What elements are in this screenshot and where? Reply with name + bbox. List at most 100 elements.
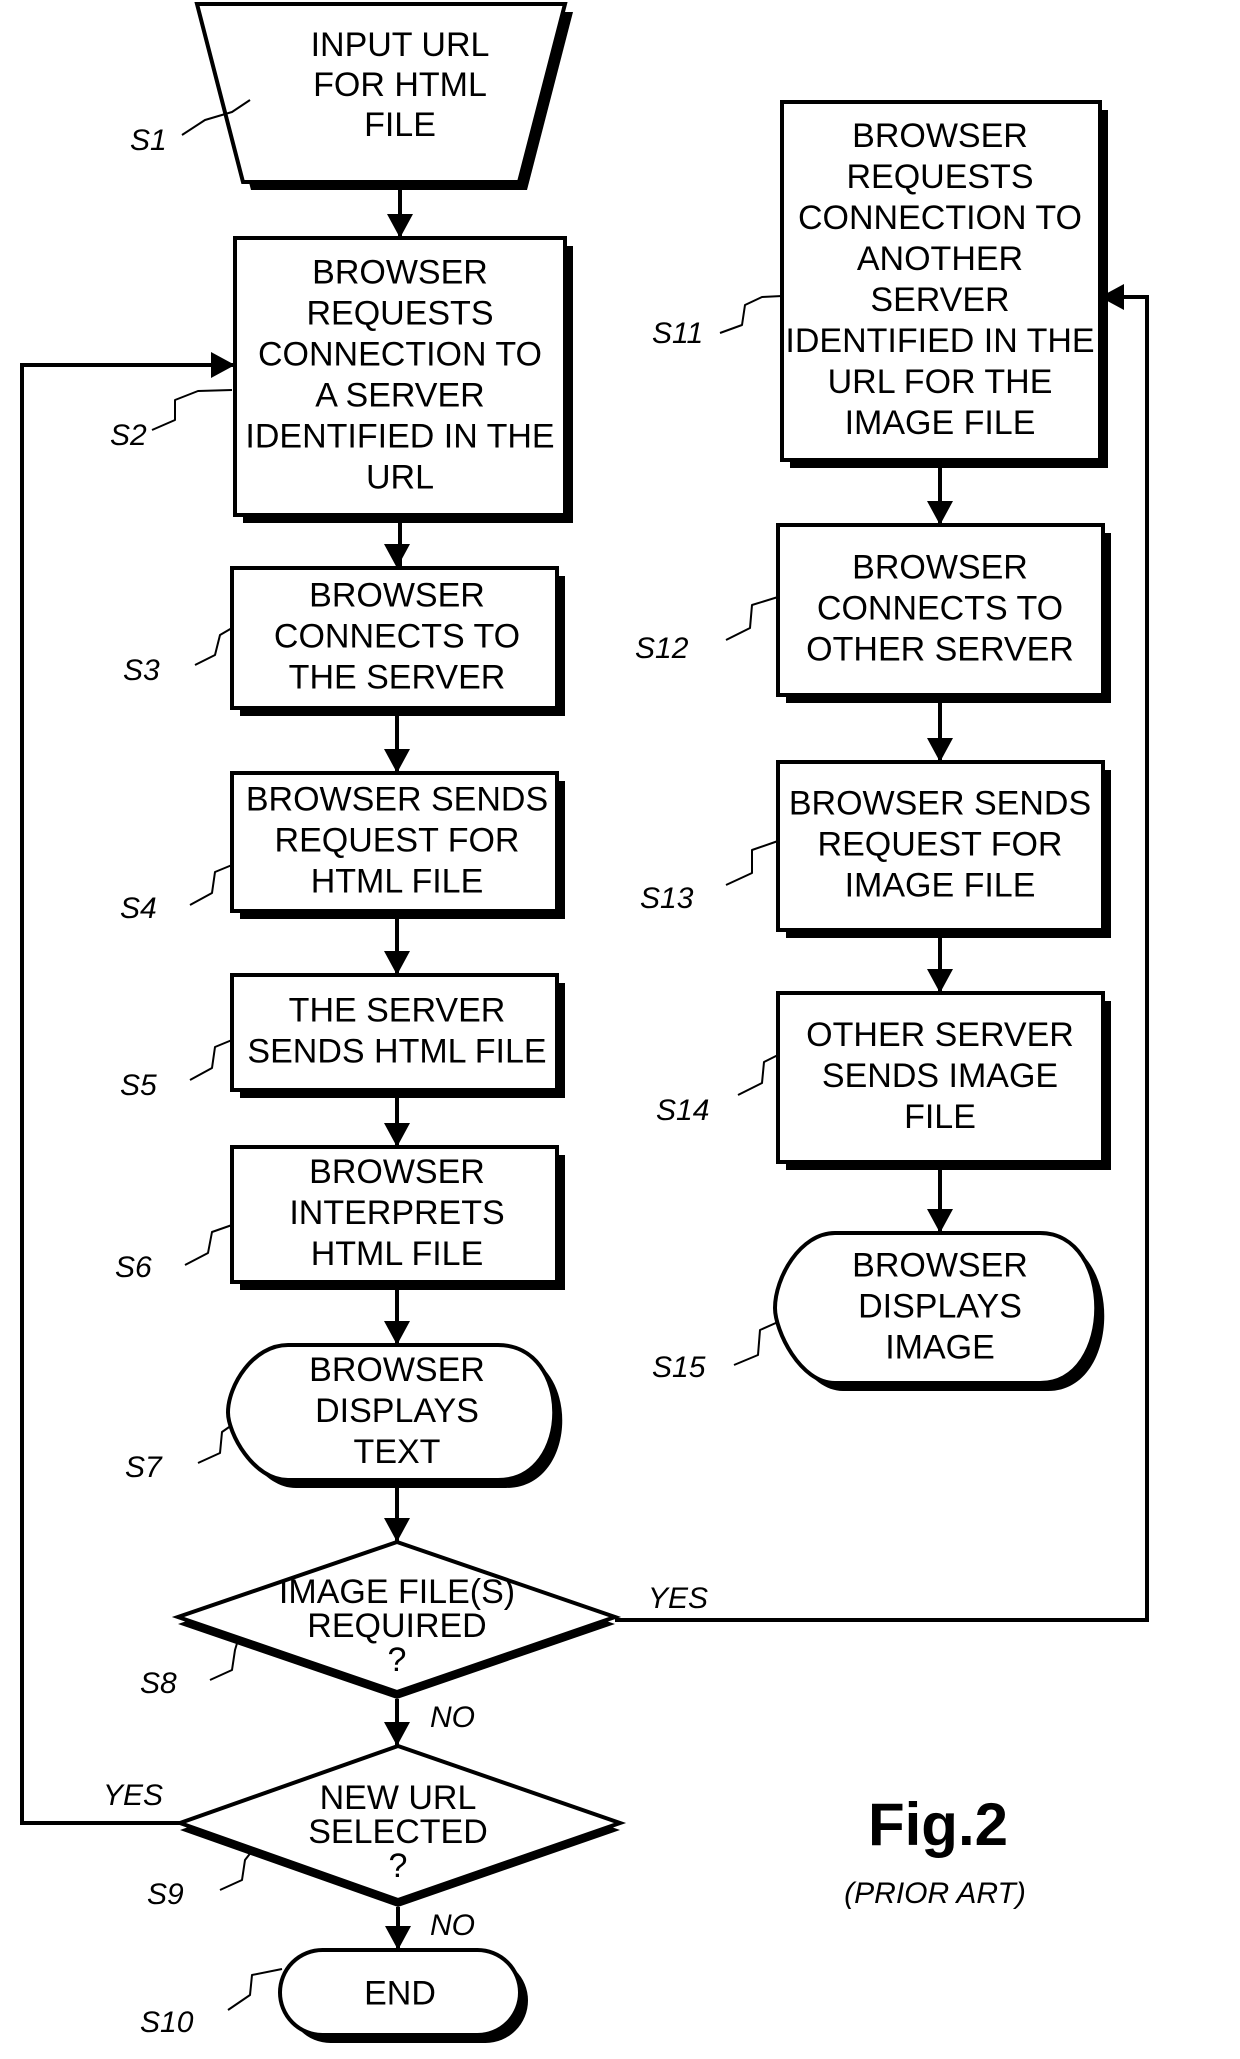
node-s13-text-line: IMAGE FILE <box>845 867 1036 905</box>
node-s4-text-line: HTML FILE <box>311 863 484 901</box>
node-s1-text-line: INPUT URL <box>311 26 490 64</box>
node-s9-text-line: ? <box>389 1847 408 1885</box>
node-s15-text-line: IMAGE <box>885 1329 995 1367</box>
node-s14-text-line: FILE <box>904 1098 976 1136</box>
connector-s3-to-s4-arrowhead <box>384 749 410 773</box>
branch-label-no: NO <box>430 1701 475 1734</box>
node-s7-step-label: S7 <box>125 1451 163 1484</box>
node-s1-text-line: FOR HTML <box>313 66 487 104</box>
node-s11-text-line: CONNECTION TO <box>798 199 1082 237</box>
node-s7-text-line: BROWSER <box>309 1351 485 1389</box>
node-s12-leader-line <box>725 596 779 641</box>
node-s2-text-line: BROWSER <box>312 254 488 292</box>
node-s9-text-line: NEW URL <box>320 1779 477 1817</box>
connector-s2-to-s3-arrowhead <box>384 544 410 568</box>
node-s14-leader-line <box>737 1054 779 1096</box>
node-s8-text-line: IMAGE FILE(S) <box>279 1573 515 1611</box>
connector-s4-to-s5-arrowhead <box>384 951 410 975</box>
connector-s5-to-s6-arrowhead <box>384 1123 410 1147</box>
node-s11-text-line: IMAGE FILE <box>845 404 1036 442</box>
node-s6-text-line: BROWSER <box>309 1153 485 1191</box>
connector-s9-to-s10-arrowhead <box>385 1926 411 1950</box>
connector-s9-to-s2-arrowhead <box>211 352 235 378</box>
node-s3-step-label: S3 <box>123 654 160 687</box>
node-s9-step-label: S9 <box>147 1878 184 1911</box>
node-s8-text-line: REQUIRED <box>307 1607 486 1645</box>
node-s1-text-line: FILE <box>364 106 436 144</box>
node-s13-step-label: S13 <box>640 882 694 915</box>
node-s11-text-line: REQUESTS <box>846 158 1033 196</box>
node-s13-text-line: BROWSER SENDS <box>789 785 1091 823</box>
branch-label-no: NO <box>430 1909 475 1942</box>
node-s4-text-line: BROWSER SENDS <box>246 781 548 819</box>
node-s4-step-label: S4 <box>120 892 157 925</box>
node-s12-step-label: S12 <box>635 632 689 665</box>
node-s1-step-label: S1 <box>130 124 167 157</box>
node-s13-text-line: REQUEST FOR <box>818 826 1063 864</box>
node-s15-text-line: BROWSER <box>852 1247 1028 1285</box>
connector-s8-to-s11 <box>615 295 1149 1622</box>
node-s2-text-line: CONNECTION TO <box>258 336 542 374</box>
node-s9-leader-line <box>219 1850 253 1891</box>
node-s14-text-line: OTHER SERVER <box>806 1016 1074 1054</box>
figure-title: Fig.2 <box>868 1791 1008 1858</box>
node-s11-leader-line <box>719 295 783 334</box>
node-s14-step-label: S14 <box>656 1094 709 1127</box>
branch-label-yes: YES <box>648 1582 708 1615</box>
node-s14-text-line: SENDS IMAGE <box>822 1057 1058 1095</box>
connector-s8-to-s9-arrowhead <box>384 1722 410 1746</box>
node-s11-step-label: S11 <box>652 317 703 350</box>
node-s15-leader-line <box>733 1321 779 1366</box>
connector-s11-to-s12-arrowhead <box>927 501 953 525</box>
node-s4-leader-line <box>189 864 233 906</box>
node-s3-text-line: CONNECTS TO <box>274 618 520 656</box>
node-s15-step-label: S15 <box>652 1351 706 1384</box>
flowchart: INPUT URLFOR HTMLFILES1BROWSERREQUESTSCO… <box>20 2 1149 2043</box>
node-s3-text-line: BROWSER <box>309 577 485 615</box>
node-s5-text-line: SENDS HTML FILE <box>247 1033 546 1071</box>
node-s7-leader-line <box>197 1424 233 1464</box>
node-s2-text-line: A SERVER <box>315 377 484 415</box>
connector-s14-to-s15-arrowhead <box>927 1209 953 1233</box>
node-s3-leader-line <box>194 627 233 666</box>
node-s2-text-line: REQUESTS <box>306 295 493 333</box>
node-s2-step-label: S2 <box>110 419 147 452</box>
node-s8-step-label: S8 <box>140 1667 177 1700</box>
figure-subtitle: (PRIOR ART) <box>844 1877 1026 1910</box>
connector-s7-to-s8-arrowhead <box>384 1518 410 1542</box>
node-s10-text-line: END <box>364 1975 436 2013</box>
node-s9-text-line: SELECTED <box>308 1813 488 1851</box>
node-s7-text-line: DISPLAYS <box>315 1392 479 1430</box>
node-s6-text-line: INTERPRETS <box>289 1194 504 1232</box>
connector-s6-to-s7-arrowhead <box>384 1321 410 1345</box>
connector-s12-to-s13-arrowhead <box>927 738 953 762</box>
node-s5-step-label: S5 <box>120 1069 157 1102</box>
node-s8-text-line: ? <box>388 1641 407 1679</box>
node-s6-text-line: HTML FILE <box>311 1235 484 1273</box>
node-s5-text-line: THE SERVER <box>289 992 506 1030</box>
node-s11-text-line: IDENTIFIED IN THE <box>785 322 1094 360</box>
branch-label-yes: YES <box>103 1779 163 1812</box>
node-s8-leader-line <box>209 1639 239 1681</box>
node-s6-leader-line <box>184 1224 233 1266</box>
node-s11-text-line: URL FOR THE <box>828 363 1053 401</box>
node-s3-text-line: THE SERVER <box>289 659 506 697</box>
node-s10-step-label: S10 <box>140 2006 194 2039</box>
node-s12-text-line: OTHER SERVER <box>806 631 1074 669</box>
node-s5-leader-line <box>189 1039 233 1081</box>
connector-s13-to-s14-arrowhead <box>927 969 953 993</box>
node-s11-text-line: BROWSER <box>852 117 1028 155</box>
node-s12-text-line: CONNECTS TO <box>817 590 1063 628</box>
node-s15-text-line: DISPLAYS <box>858 1288 1022 1326</box>
node-s7-text-line: TEXT <box>354 1433 441 1471</box>
node-s10-leader-line <box>227 1968 283 2011</box>
node-s13-leader-line <box>725 840 779 886</box>
node-s4-text-line: REQUEST FOR <box>275 822 520 860</box>
node-s6-step-label: S6 <box>115 1251 152 1284</box>
node-s2-text-line: IDENTIFIED IN THE <box>245 418 554 456</box>
node-s12-text-line: BROWSER <box>852 549 1028 587</box>
node-s2-leader-line <box>151 389 233 431</box>
node-s11-text-line: ANOTHER <box>857 240 1023 278</box>
node-s2-text-line: URL <box>366 459 434 497</box>
connector-s1-to-s2-arrowhead <box>387 214 413 238</box>
